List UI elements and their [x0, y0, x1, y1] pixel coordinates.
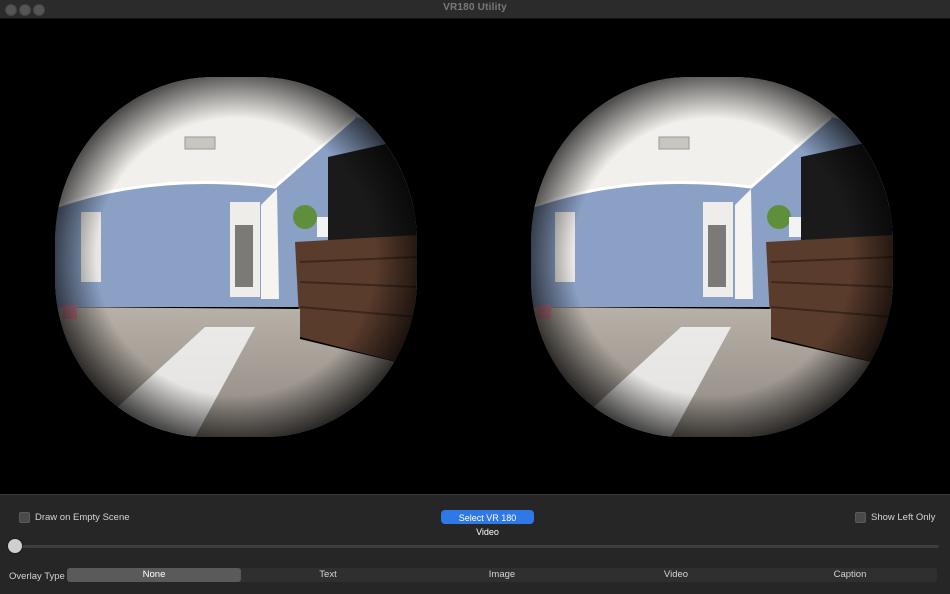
show-left-only-label: Show Left Only — [871, 512, 936, 523]
left-eye-view — [55, 77, 417, 437]
overlay-option-none[interactable]: None — [67, 568, 241, 582]
control-panel: Draw on Empty Scene Select VR 180 Video … — [0, 494, 950, 594]
title-bar: VR180 Utility — [0, 0, 950, 19]
right-eye-view — [531, 77, 893, 437]
draw-on-empty-scene-checkbox[interactable] — [19, 512, 30, 523]
timeline-slider-knob[interactable] — [8, 539, 22, 553]
overlay-type-segmented-control: None Text Image Video Caption — [67, 568, 937, 582]
vr-video-viewport — [0, 19, 950, 494]
app-window: VR180 Utility Draw on Empty Scene Select… — [0, 0, 950, 594]
window-title: VR180 Utility — [443, 2, 507, 13]
draw-on-empty-scene-toggle[interactable]: Draw on Empty Scene — [19, 512, 130, 523]
draw-on-empty-scene-label: Draw on Empty Scene — [35, 512, 130, 523]
overlay-option-video[interactable]: Video — [589, 568, 763, 582]
show-left-only-checkbox[interactable] — [855, 512, 866, 523]
select-vr180-video-button[interactable]: Select VR 180 Video — [441, 510, 534, 537]
overlay-option-caption[interactable]: Caption — [763, 568, 937, 582]
overlay-type-label: Overlay Type — [9, 571, 65, 582]
timeline-slider-track[interactable] — [14, 545, 939, 548]
overlay-option-text[interactable]: Text — [241, 568, 415, 582]
show-left-only-toggle[interactable]: Show Left Only — [855, 512, 935, 523]
overlay-option-image[interactable]: Image — [415, 568, 589, 582]
